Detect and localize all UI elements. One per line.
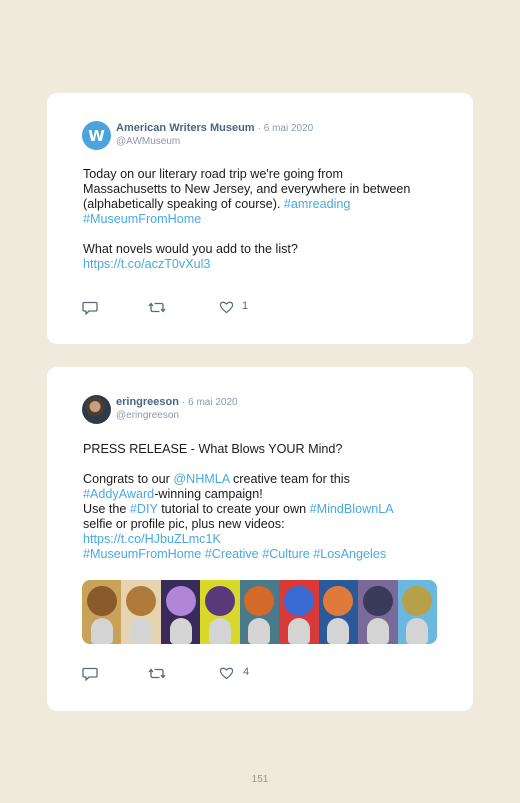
tweet-text: PRESS RELEASE - What Blows YOUR Mind? Co… bbox=[83, 442, 443, 562]
heart-icon[interactable] bbox=[219, 300, 234, 319]
like-count: 4 bbox=[243, 666, 250, 678]
tweet-text-segment: tutorial to create your own bbox=[161, 502, 307, 516]
avatar[interactable]: W bbox=[82, 121, 111, 150]
tweet-text: Today on our literary road trip we're go… bbox=[83, 167, 443, 272]
media-tile bbox=[358, 580, 398, 644]
heart-icon[interactable] bbox=[219, 666, 234, 685]
tweet-text-segment: Congrats to our bbox=[83, 472, 170, 486]
hashtag-link[interactable]: #AddyAward bbox=[83, 487, 154, 501]
tweet-actions: 1 bbox=[82, 300, 302, 316]
hashtag-link[interactable]: #MindBlownLA bbox=[310, 502, 394, 516]
media-tile bbox=[318, 580, 359, 644]
tweet-line: Use the #DIY tutorial to create your own… bbox=[83, 502, 443, 517]
tweet-line: Massachusetts to New Jersey, and everywh… bbox=[83, 182, 411, 196]
retweet-icon[interactable] bbox=[148, 666, 166, 686]
media-tile bbox=[239, 580, 280, 644]
tweet-line: selfie or profile pic, plus new videos: bbox=[83, 517, 285, 531]
tweet-line: Congrats to our @NHMLA creative team for… bbox=[83, 472, 443, 487]
tweet-text-segment: creative team for this bbox=[233, 472, 350, 486]
media-tile bbox=[279, 580, 319, 644]
hashtag-link[interactable]: #LosAngeles bbox=[313, 547, 386, 561]
url-link[interactable]: https://t.co/HJbuZLmc1K bbox=[83, 532, 443, 547]
avatar[interactable] bbox=[82, 395, 111, 424]
avatar-letter: W bbox=[88, 126, 105, 145]
reply-icon[interactable] bbox=[82, 300, 98, 320]
retweet-icon[interactable] bbox=[148, 300, 166, 320]
tweet-text-segment: -winning campaign! bbox=[154, 487, 263, 501]
hashtag-link[interactable]: #MuseumFromHome bbox=[83, 212, 443, 227]
author-handle[interactable]: @eringreeson bbox=[116, 410, 179, 421]
page-number: 151 bbox=[251, 774, 269, 785]
tweet-line: What novels would you add to the list? bbox=[83, 242, 298, 256]
url-link[interactable]: https://t.co/aczT0vXul3 bbox=[83, 257, 443, 272]
media-tile bbox=[200, 580, 240, 644]
tweet-line: Today on our literary road trip we're go… bbox=[83, 167, 343, 181]
hashtag-link[interactable]: #MuseumFromHome bbox=[83, 547, 201, 561]
author-row: eringreeson · 6 mai 2020 bbox=[116, 396, 238, 408]
mention-link[interactable]: @NHMLA bbox=[173, 472, 229, 486]
hashtag-link[interactable]: #Culture bbox=[262, 547, 310, 561]
tweet-text-segment: (alphabetically speaking of course). bbox=[83, 197, 281, 211]
like-count: 1 bbox=[242, 300, 249, 312]
tweet-line: #AddyAward-winning campaign! bbox=[83, 487, 443, 502]
author-name[interactable]: eringreeson bbox=[116, 396, 179, 408]
tweet-line: (alphabetically speaking of course). #am… bbox=[83, 197, 443, 212]
tweet-date: · 6 mai 2020 bbox=[182, 397, 238, 408]
author-handle[interactable]: @AWMuseum bbox=[116, 136, 180, 147]
tweet-text-segment: Use the bbox=[83, 502, 127, 516]
hashtag-link[interactable]: #DIY bbox=[130, 502, 158, 516]
tweet-card-2: eringreeson · 6 mai 2020 @eringreeson PR… bbox=[47, 367, 473, 711]
tweet-line: PRESS RELEASE - What Blows YOUR Mind? bbox=[83, 442, 343, 456]
tweet-card-1: W American Writers Museum · 6 mai 2020 @… bbox=[47, 93, 473, 344]
tweet-actions: 4 bbox=[82, 666, 302, 682]
tweet-media-image[interactable] bbox=[82, 580, 437, 644]
media-tile bbox=[397, 580, 437, 644]
media-tile bbox=[121, 580, 161, 644]
hashtag-link[interactable]: #amreading bbox=[284, 197, 351, 211]
media-tile bbox=[160, 580, 201, 644]
reply-icon[interactable] bbox=[82, 666, 98, 686]
media-tile bbox=[82, 580, 122, 644]
author-name[interactable]: American Writers Museum bbox=[116, 122, 255, 134]
hashtag-row: #MuseumFromHome #Creative #Culture #LosA… bbox=[83, 547, 443, 562]
hashtag-link[interactable]: #Creative bbox=[205, 547, 259, 561]
author-row: American Writers Museum · 6 mai 2020 bbox=[116, 122, 313, 134]
tweet-date: · 6 mai 2020 bbox=[257, 123, 314, 134]
